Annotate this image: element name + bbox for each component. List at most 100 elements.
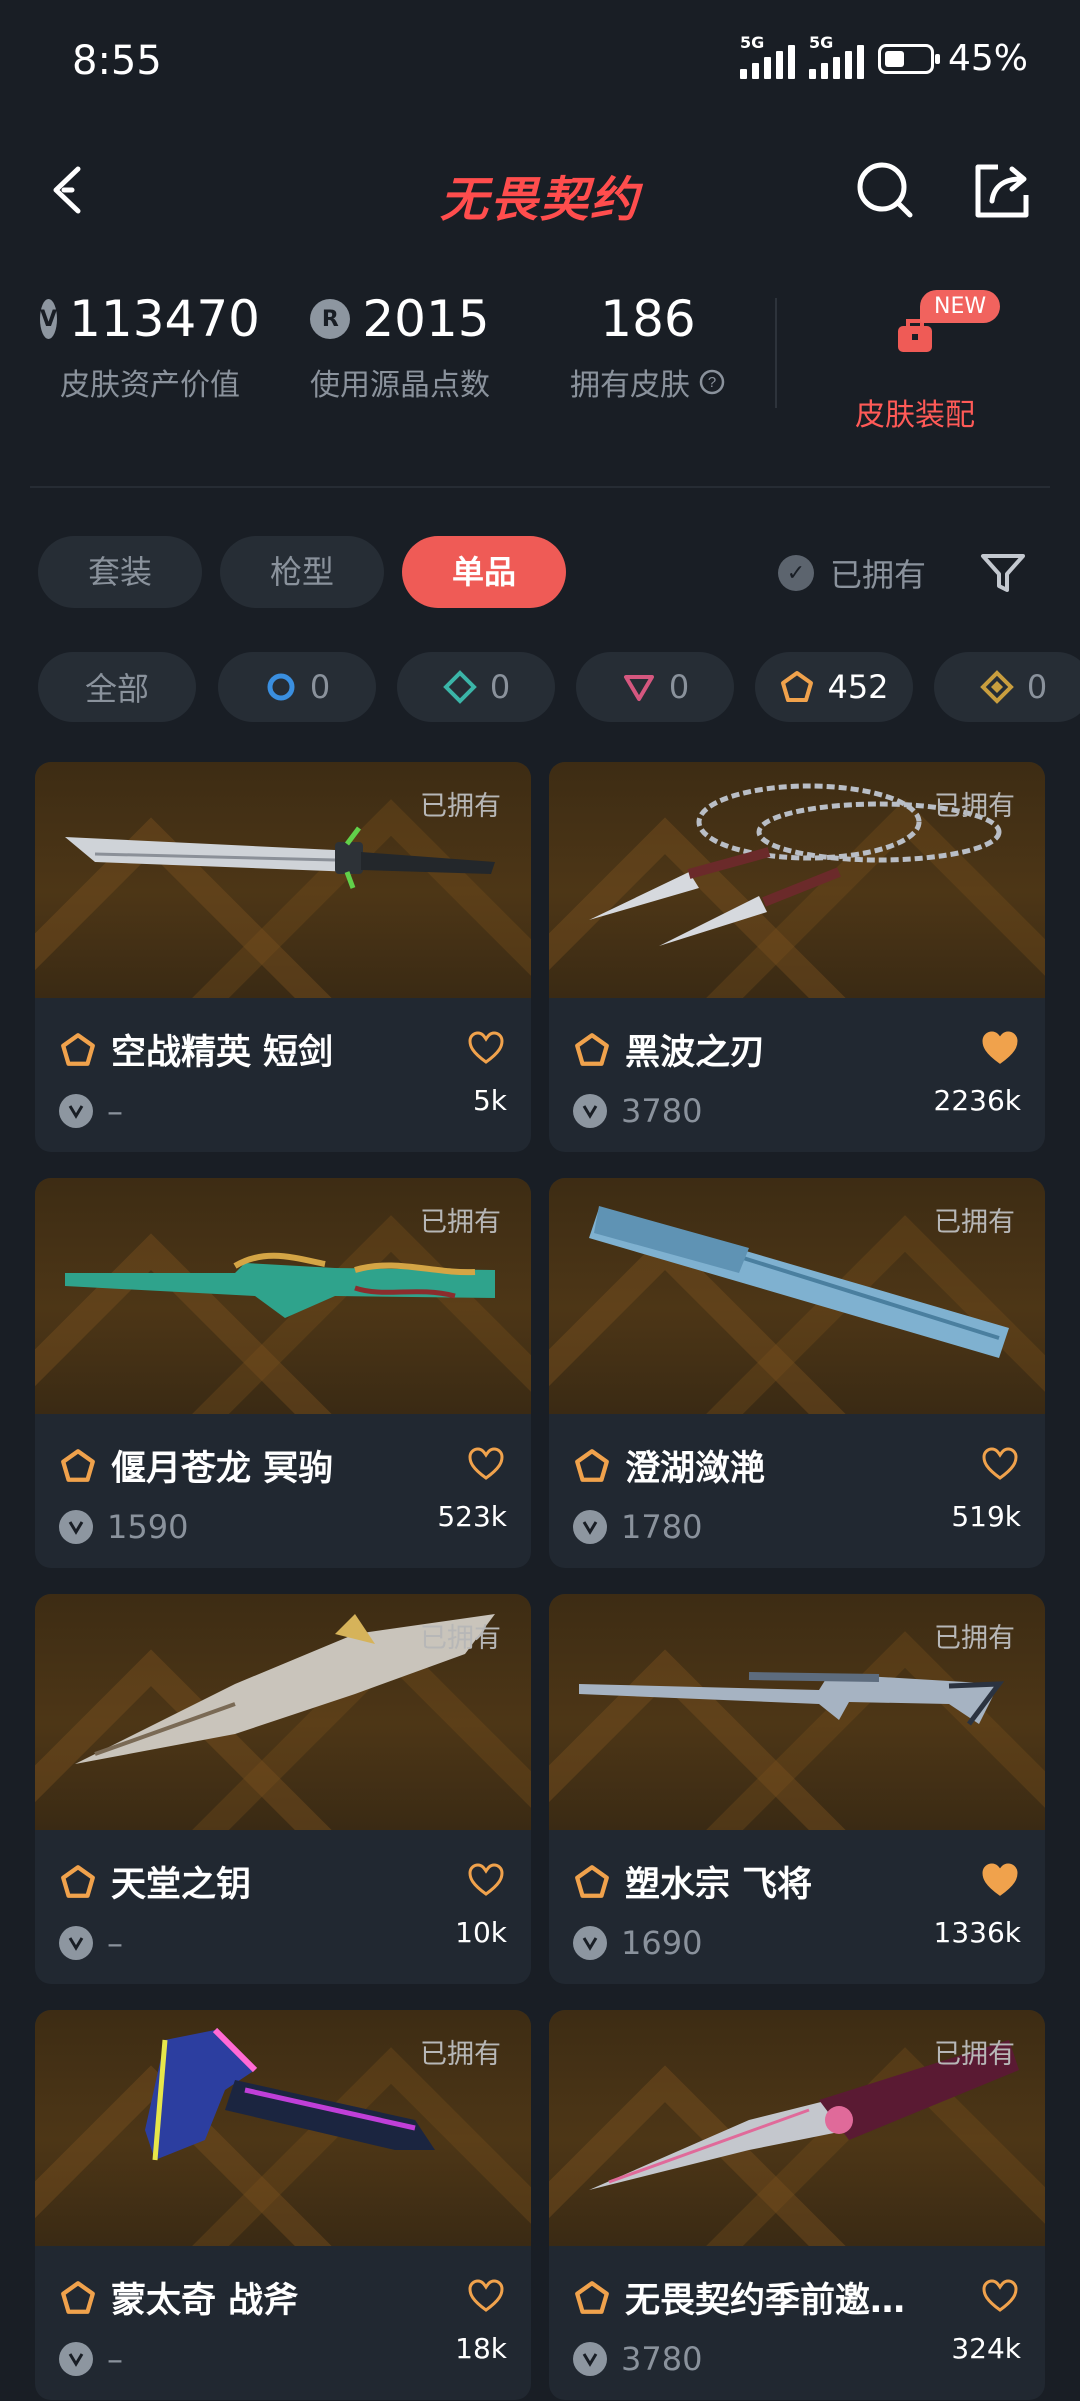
skin-card[interactable]: 已拥有 无畏契约季前邀… 3780 324k — [549, 2010, 1045, 2400]
search-icon[interactable] — [850, 155, 920, 225]
orange-pentagon-icon — [781, 671, 814, 702]
like-count: 523k — [437, 1500, 507, 1533]
price-row: – — [59, 1092, 123, 1130]
like-count: 2236k — [933, 1084, 1021, 1117]
asset-label: 皮肤资产价值 — [60, 368, 240, 403]
orange-pentagon-icon — [61, 1864, 95, 1898]
price-row: 1590 — [59, 1508, 188, 1546]
help-icon[interactable]: ? — [698, 368, 726, 396]
network-type: 5G — [808, 32, 834, 52]
radianite-label: 使用源晶点数 — [310, 368, 490, 403]
heart-outline-icon[interactable] — [981, 2278, 1019, 2314]
owned-tag: 已拥有 — [934, 2039, 1015, 2070]
skin-price: 1690 — [621, 1924, 703, 1962]
skin-name: 无畏契约季前邀… — [625, 2281, 906, 2321]
chip-count: 452 — [827, 668, 889, 706]
pink-triangle-icon — [623, 675, 654, 701]
check-icon: ✓ — [778, 555, 814, 591]
skin-price: 3780 — [621, 2340, 703, 2378]
skin-name: 塑水宗 飞将 — [625, 1865, 813, 1905]
skin-name-row: 无畏契约季前邀… — [573, 2272, 905, 2323]
skin-name: 澄湖潋滟 — [625, 1449, 766, 1489]
skin-card[interactable]: 已拥有 天堂之钥 – 10k — [35, 1594, 531, 1984]
stats-row: V 113470 皮肤资产价值 R 2015 使用源晶点数 186 拥有皮肤 ? N… — [0, 280, 1080, 440]
skin-name-row: 澄湖潋滟 — [573, 1440, 765, 1491]
valorant-points-icon — [59, 1510, 93, 1544]
skin-card[interactable]: 已拥有 黑波之刃 3780 2236k — [549, 762, 1045, 1152]
heart-outline-icon[interactable] — [467, 2278, 505, 2314]
skin-card[interactable]: 已拥有 偃月苍龙 冥驹 1590 523k — [35, 1178, 531, 1568]
like-count: 18k — [455, 2332, 507, 2365]
orange-pentagon-icon — [575, 2280, 609, 2314]
signal-icon: 5G — [808, 33, 864, 79]
owned-tag: 已拥有 — [420, 1207, 501, 1238]
valorant-points-icon — [573, 1926, 607, 1960]
rarity-chip-all[interactable]: 全部 — [38, 652, 196, 722]
status-bar: 8:55 5G 5G 45% — [0, 0, 1080, 120]
rarity-chip-ultra[interactable]: 0 — [934, 652, 1080, 722]
radianite-icon: R — [310, 299, 351, 339]
chip-count: 0 — [489, 668, 511, 706]
divider — [30, 486, 1050, 488]
like-count: 1336k — [933, 1916, 1021, 1949]
skin-name: 蒙太奇 战斧 — [111, 2281, 299, 2321]
valorant-points-icon — [59, 1094, 93, 1128]
orange-pentagon-icon — [575, 1032, 609, 1066]
share-icon[interactable] — [968, 155, 1038, 225]
category-tabs: 套装 枪型 单品 ✓ 已拥有 — [0, 536, 1080, 608]
divider — [775, 298, 777, 408]
rarity-chip-deluxe[interactable]: 0 — [397, 652, 555, 722]
rarity-chip-premium[interactable]: 0 — [576, 652, 734, 722]
like-count: 324k — [951, 2332, 1021, 2365]
skin-name-row: 天堂之钥 — [59, 1856, 251, 1907]
app-header: 无畏契约 — [0, 130, 1080, 250]
svg-text:?: ? — [708, 374, 716, 391]
status-time: 8:55 — [72, 38, 162, 84]
skin-card[interactable]: 已拥有 蒙太奇 战斧 – 18k — [35, 2010, 531, 2400]
skin-name-row: 偃月苍龙 冥驹 — [59, 1440, 333, 1491]
price-row: – — [59, 1924, 123, 1962]
heart-filled-icon[interactable] — [981, 1862, 1019, 1898]
owned-tag: 已拥有 — [934, 1207, 1015, 1238]
owned-filter-toggle[interactable]: ✓ 已拥有 — [778, 550, 926, 596]
like-count: 5k — [472, 1084, 507, 1117]
skin-kit-label: 皮肤装配 — [855, 398, 975, 433]
skin-kit-button[interactable]: NEW 皮肤装配 — [800, 290, 1030, 434]
skin-name: 黑波之刃 — [625, 1033, 766, 1073]
tab-sets[interactable]: 套装 — [38, 536, 202, 608]
like-count: 519k — [951, 1500, 1021, 1533]
owned-tag: 已拥有 — [420, 2039, 501, 2070]
heart-filled-icon[interactable] — [981, 1030, 1019, 1066]
tab-weapon-type[interactable]: 枪型 — [220, 536, 384, 608]
blue-circle-icon — [267, 673, 295, 701]
owned-filter-label: 已拥有 — [830, 556, 927, 594]
skin-name-row: 空战精英 短剑 — [59, 1024, 333, 1075]
skin-name: 天堂之钥 — [111, 1865, 252, 1905]
skin-card[interactable]: 已拥有 塑水宗 飞将 1690 1336k — [549, 1594, 1045, 1984]
chip-label: 全部 — [84, 670, 149, 708]
skin-price: – — [107, 1092, 123, 1130]
filter-icon[interactable] — [975, 544, 1031, 600]
rarity-chip-exclusive[interactable]: 452 — [755, 652, 913, 722]
valorant-points-icon — [59, 2342, 93, 2376]
skin-card[interactable]: 已拥有 澄湖潋滟 1780 519k — [549, 1178, 1045, 1568]
valorant-points-icon — [573, 1094, 607, 1128]
signal-icon: 5G — [739, 33, 795, 79]
battery-percent: 45% — [947, 38, 1028, 79]
price-row: 3780 — [573, 1092, 702, 1130]
heart-outline-icon[interactable] — [981, 1446, 1019, 1482]
skin-price: – — [107, 2340, 123, 2378]
rarity-filter-row: 全部 0 0 0 452 0 — [0, 652, 1080, 722]
heart-outline-icon[interactable] — [467, 1446, 505, 1482]
rarity-chip-select[interactable]: 0 — [218, 652, 376, 722]
orange-pentagon-icon — [61, 2280, 95, 2314]
skin-name-row: 塑水宗 飞将 — [573, 1856, 812, 1907]
skin-card[interactable]: 已拥有 空战精英 短剑 – 5k — [35, 762, 531, 1152]
owned-count: 186 — [600, 290, 696, 348]
heart-outline-icon[interactable] — [467, 1030, 505, 1066]
owned-tag: 已拥有 — [934, 1623, 1015, 1654]
status-icons: 5G 5G 45% — [739, 33, 1028, 79]
heart-outline-icon[interactable] — [467, 1862, 505, 1898]
tab-single-items[interactable]: 单品 — [402, 536, 566, 608]
stat-owned: 186 拥有皮肤 ? — [548, 290, 748, 404]
